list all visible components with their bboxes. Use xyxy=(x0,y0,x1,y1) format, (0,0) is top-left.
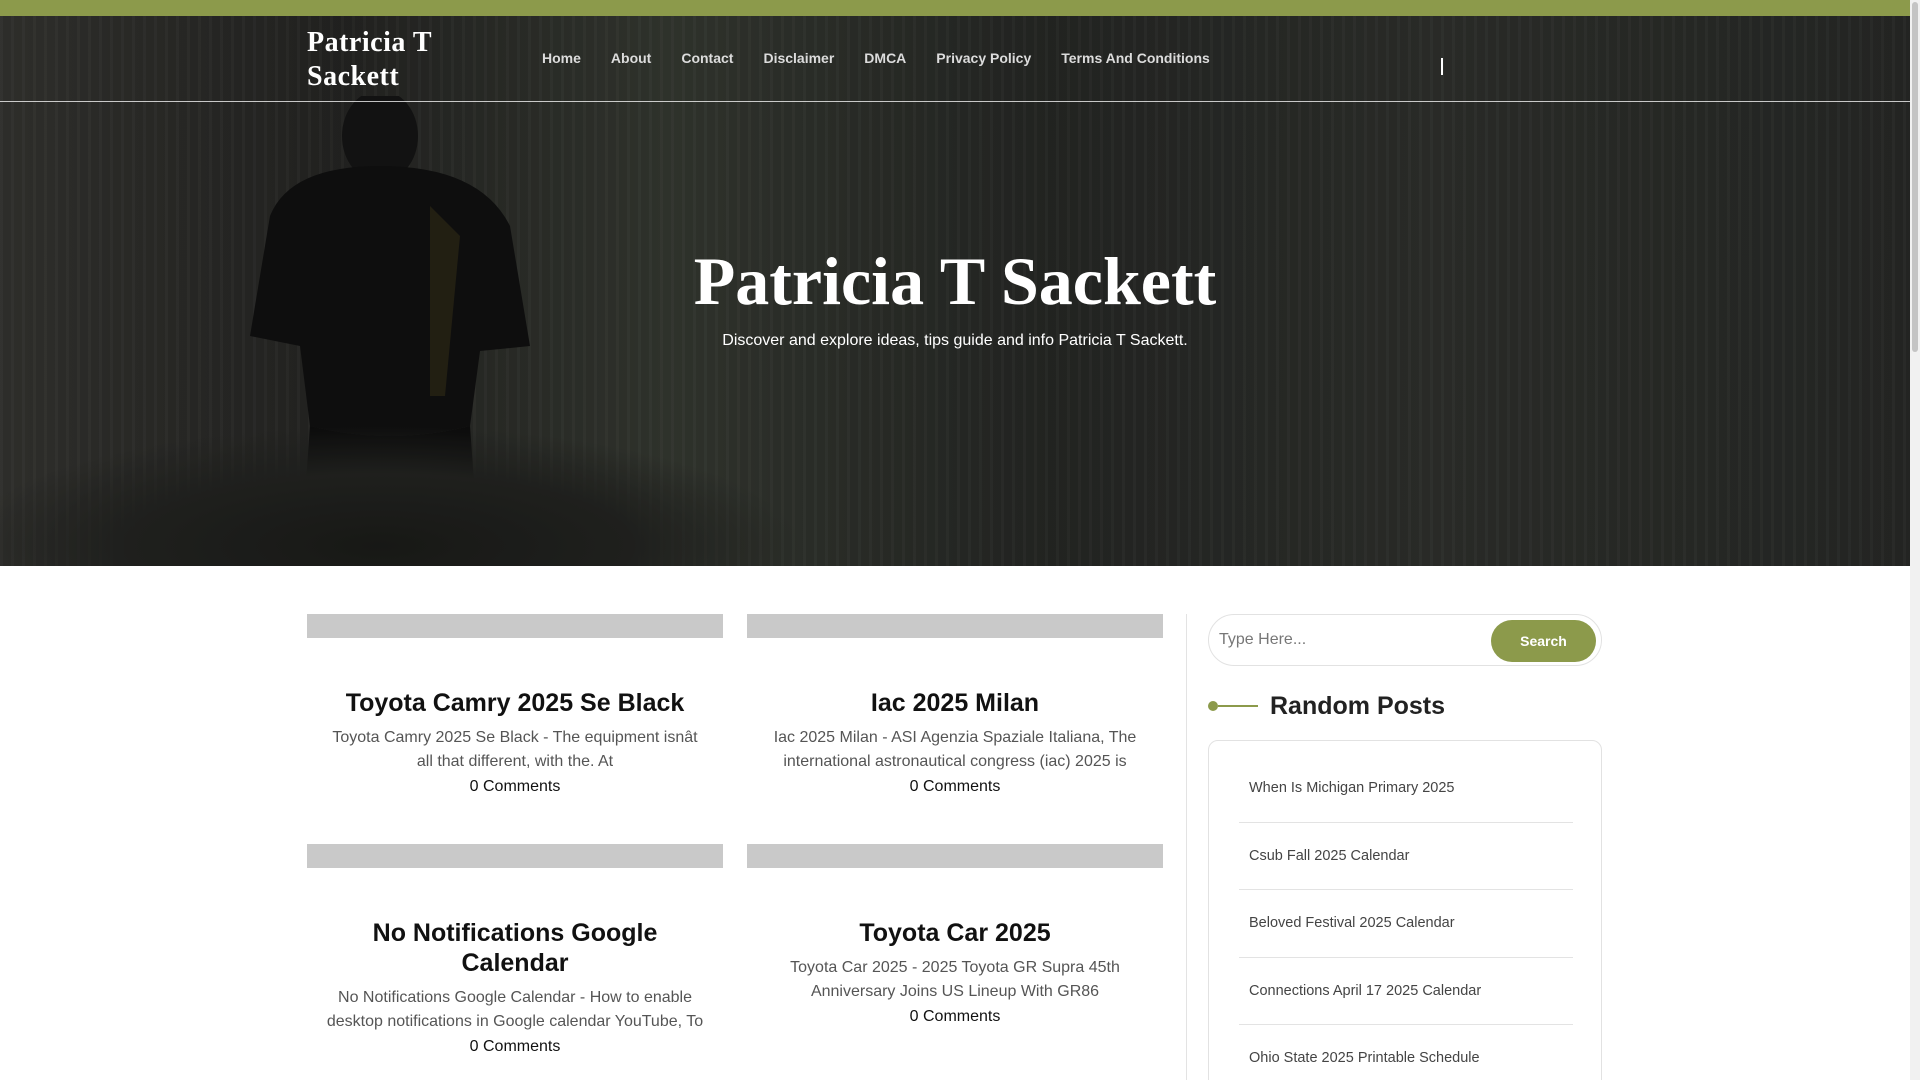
post-card: Toyota Camry 2025 Se Black Toyota Camry … xyxy=(307,614,723,798)
post-thumbnail[interactable] xyxy=(747,614,1163,638)
widget-title: Random Posts xyxy=(1270,691,1446,720)
post-card: Toyota Car 2025 Toyota Car 2025 - 2025 T… xyxy=(747,844,1163,1028)
site-header: Patricia T Sackett Home About Contact Di… xyxy=(0,16,1910,102)
menu-item-about[interactable]: About xyxy=(611,50,651,66)
post-excerpt: Toyota Car 2025 - 2025 Toyota GR Supra 4… xyxy=(790,959,1120,1000)
post-title[interactable]: Toyota Camry 2025 Se Black xyxy=(307,688,723,718)
top-accent-bar xyxy=(0,0,1910,16)
search-input[interactable] xyxy=(1219,625,1459,655)
post-excerpt: Toyota Camry 2025 Se Black - The equipme… xyxy=(332,729,698,770)
site-brand[interactable]: Patricia T Sackett xyxy=(307,26,487,94)
sidebar-divider xyxy=(1186,614,1187,1080)
page-scrollbar[interactable] xyxy=(1910,0,1920,1080)
post-title[interactable]: Iac 2025 Milan xyxy=(747,688,1163,718)
random-post-link[interactable]: Csub Fall 2025 Calendar xyxy=(1239,823,1573,890)
search-form: Search xyxy=(1208,614,1602,666)
hero-title: Patricia T Sackett xyxy=(693,243,1217,319)
post-comments[interactable]: 0 Comments xyxy=(307,1036,723,1058)
random-post-link[interactable]: Connections April 17 2025 Calendar xyxy=(1239,958,1573,1025)
random-post-link[interactable]: Ohio State 2025 Printable Schedule xyxy=(1239,1025,1573,1080)
menu-item-home[interactable]: Home xyxy=(542,50,581,66)
menu-item-terms[interactable]: Terms And Conditions xyxy=(1061,50,1210,66)
main-menu: Home About Contact Disclaimer DMCA Priva… xyxy=(542,50,1240,66)
hero-subtitle: Discover and explore ideas, tips guide a… xyxy=(722,332,1188,349)
menu-item-dmca[interactable]: DMCA xyxy=(864,50,906,66)
menu-item-privacy-policy[interactable]: Privacy Policy xyxy=(936,50,1031,66)
post-comments[interactable]: 0 Comments xyxy=(747,776,1163,798)
post-thumbnail[interactable] xyxy=(307,614,723,638)
search-button[interactable]: Search xyxy=(1491,620,1596,662)
random-posts-widget: When Is Michigan Primary 2025 Csub Fall … xyxy=(1208,740,1602,1080)
random-posts-list: When Is Michigan Primary 2025 Csub Fall … xyxy=(1239,755,1573,1080)
scrollbar-thumb[interactable] xyxy=(1912,2,1918,352)
post-card: No Notifications Google Calendar No Noti… xyxy=(307,844,723,1058)
menu-item-contact[interactable]: Contact xyxy=(681,50,733,66)
heading-line xyxy=(1218,705,1258,707)
random-post-link[interactable]: When Is Michigan Primary 2025 xyxy=(1239,755,1573,823)
post-title[interactable]: Toyota Car 2025 xyxy=(747,918,1163,948)
nav-divider xyxy=(1441,58,1443,75)
post-excerpt: No Notifications Google Calendar - How t… xyxy=(326,989,704,1030)
post-comments[interactable]: 0 Comments xyxy=(747,1006,1163,1028)
widget-heading: Random Posts xyxy=(1208,690,1445,722)
post-comments[interactable]: 0 Comments xyxy=(307,776,723,798)
post-title[interactable]: No Notifications Google Calendar xyxy=(307,918,723,978)
menu-item-disclaimer[interactable]: Disclaimer xyxy=(763,50,834,66)
post-thumbnail[interactable] xyxy=(747,844,1163,868)
post-excerpt: Iac 2025 Milan - ASI Agenzia Spaziale It… xyxy=(773,729,1137,770)
random-post-link[interactable]: Beloved Festival 2025 Calendar xyxy=(1239,890,1573,958)
heading-dot-icon xyxy=(1208,701,1218,711)
post-card: Iac 2025 Milan Iac 2025 Milan - ASI Agen… xyxy=(747,614,1163,798)
post-thumbnail[interactable] xyxy=(307,844,723,868)
